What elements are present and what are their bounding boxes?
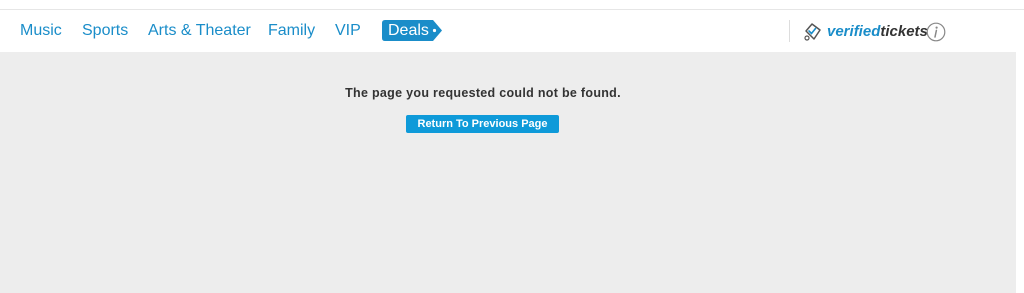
- brand-tickets-text: tickets: [880, 23, 928, 40]
- main-content: The page you requested could not be foun…: [0, 52, 1024, 293]
- deals-label: Deals: [388, 22, 429, 39]
- nav-item-deals[interactable]: Deals: [382, 20, 442, 41]
- verified-tickets-logo[interactable]: verifiedtickets: [803, 21, 928, 43]
- right-edge-strip: [1016, 52, 1024, 293]
- nav-divider: [789, 20, 790, 42]
- not-found-message: The page you requested could not be foun…: [345, 86, 621, 100]
- nav-item-vip[interactable]: VIP: [335, 21, 361, 41]
- nav-item-music[interactable]: Music: [20, 21, 62, 41]
- top-navigation-bar: Music Sports Arts & Theater Family VIP D…: [0, 10, 1024, 52]
- brand-name: verifiedtickets: [827, 22, 928, 42]
- nav-item-family[interactable]: Family: [268, 21, 315, 41]
- nav-item-arts-theater[interactable]: Arts & Theater: [148, 21, 251, 41]
- info-icon[interactable]: [926, 22, 946, 42]
- ticket-check-icon: [804, 23, 821, 41]
- return-to-previous-page-button[interactable]: Return To Previous Page: [406, 115, 559, 133]
- brand-verified-text: verified: [827, 23, 881, 40]
- nav-item-sports[interactable]: Sports: [82, 21, 128, 41]
